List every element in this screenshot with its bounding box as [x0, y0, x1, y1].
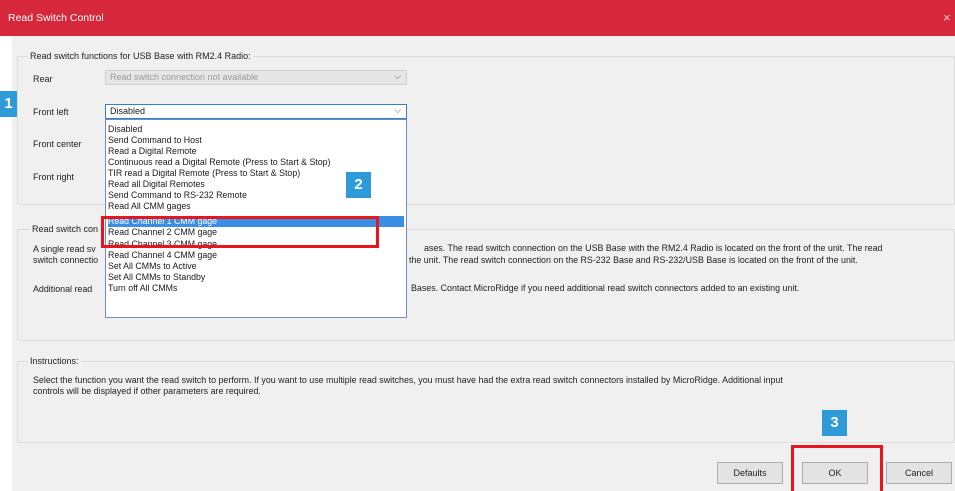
connections-group-label: Read switch con — [30, 224, 101, 234]
dropdown-option[interactable]: Continuous read a Digital Remote (Press … — [108, 157, 404, 168]
rear-label: Rear — [33, 74, 53, 84]
instructions-group — [17, 361, 955, 443]
chevron-down-icon: ⌵ — [394, 105, 401, 115]
defaults-button[interactable]: Defaults — [717, 462, 783, 484]
front-center-label: Front center — [33, 139, 82, 149]
rear-select: Read switch connection not available ⌵ — [105, 70, 407, 85]
functions-group-label: Read switch functions for USB Base with … — [28, 51, 253, 61]
rear-select-value: Read switch connection not available — [110, 72, 259, 82]
close-icon[interactable]: × — [943, 10, 951, 25]
front-left-select-value: Disabled — [110, 106, 146, 116]
dropdown-option[interactable]: Disabled — [108, 124, 404, 135]
highlight-box-ok — [791, 445, 883, 491]
dropdown-option[interactable]: Turn off All CMMs — [108, 283, 404, 294]
connections-text-2a: switch connectio — [33, 255, 99, 265]
callout-3: 3 — [822, 410, 847, 436]
chevron-down-icon: ⌵ — [394, 71, 401, 81]
callout-1: 1 — [0, 91, 17, 117]
connections-text-2b: the unit. The read switch connection on … — [409, 255, 858, 265]
dropdown-option[interactable]: Set All CMMs to Active — [108, 261, 404, 272]
title-bar — [0, 0, 955, 36]
front-right-label: Front right — [33, 172, 75, 182]
dropdown-option[interactable]: Set All CMMs to Standby — [108, 272, 404, 283]
connections-text-3b: Bases. Contact MicroRidge if you need ad… — [411, 283, 800, 293]
dropdown-option[interactable]: Read a Digital Remote — [108, 146, 404, 157]
highlight-box-channel-1 — [101, 216, 379, 248]
connections-text-3a: Additional read — [33, 284, 93, 294]
window-title: Read Switch Control — [8, 12, 104, 24]
dropdown-option[interactable]: Send Command to Host — [108, 135, 404, 146]
connections-text-1b: ases. The read switch connection on the … — [424, 243, 883, 253]
callout-2: 2 — [346, 172, 371, 198]
instructions-text-1: Select the function you want the read sw… — [33, 375, 783, 385]
cancel-button[interactable]: Cancel — [886, 462, 952, 484]
front-left-label: Front left — [33, 107, 69, 117]
front-left-select[interactable]: Disabled ⌵ — [105, 104, 407, 119]
instructions-text-2: controls will be displayed if other para… — [33, 386, 261, 396]
instructions-label: Instructions: — [28, 356, 81, 366]
dropdown-option[interactable]: Read Channel 4 CMM gage — [108, 250, 404, 261]
connections-text-1a: A single read sv — [33, 244, 96, 254]
dropdown-option[interactable]: Read All CMM gages — [108, 201, 404, 212]
